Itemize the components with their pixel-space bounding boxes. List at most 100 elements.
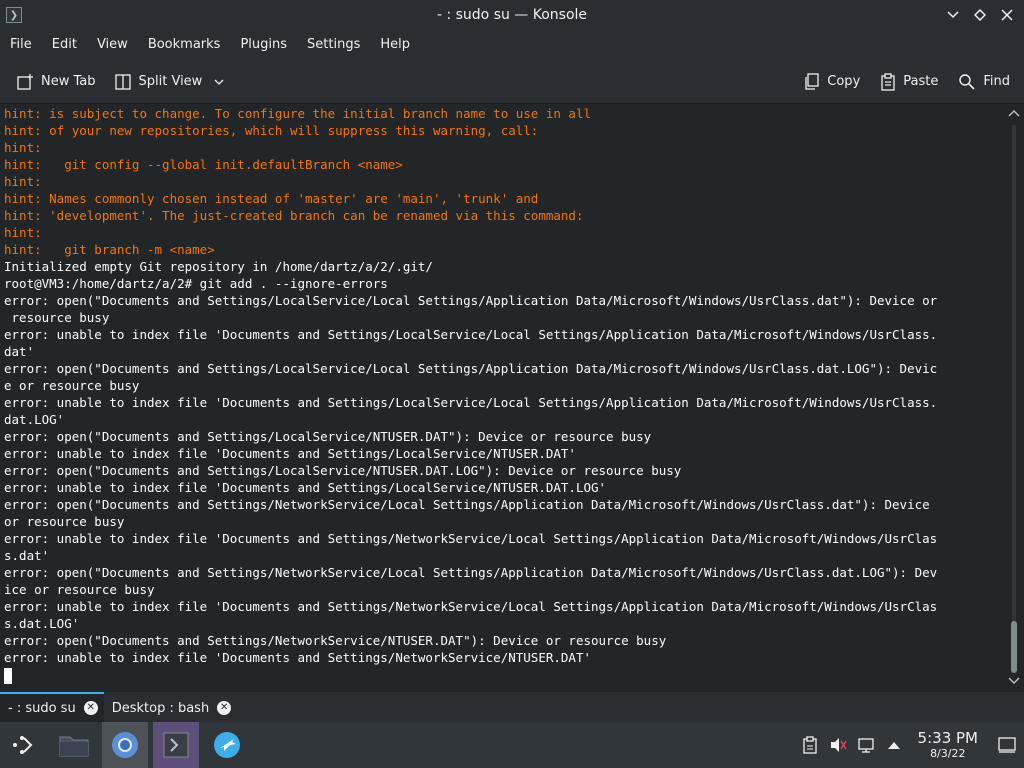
window-controls [939,0,1024,30]
maximize-button[interactable] [967,2,993,28]
terminal-line: s.dat.LOG' [4,616,80,631]
title-bar[interactable]: ❯ - : sudo su — Konsole [0,0,1024,30]
paste-label: Paste [903,74,939,89]
menu-view[interactable]: View [87,30,138,60]
terminal-line: error: open("Documents and Settings/Netw… [4,497,930,512]
tab-desktop-bash[interactable]: Desktop : bash ✕ [104,694,238,722]
menu-bar: File Edit View Bookmarks Plugins Setting… [0,30,1024,60]
find-label: Find [983,74,1010,89]
terminal-line: ice or resource busy [4,582,155,597]
terminal-line: hint: git config --global init.defaultBr… [4,157,403,172]
tray-expand-arrow-icon[interactable] [880,722,908,768]
clock-date: 8/3/22 [930,747,966,760]
scrollbar-thumb[interactable] [1011,621,1017,673]
terminal-line: error: open("Documents and Settings/Loca… [4,429,652,444]
terminal-line: hint: 'development'. The just-created br… [4,208,584,223]
folder-icon [59,736,89,757]
application-launcher[interactable] [0,722,46,768]
terminal-line: Initialized empty Git repository in /hom… [4,259,433,274]
menu-file[interactable]: File [0,30,42,60]
terminal-line: error: open("Documents and Settings/Netw… [4,565,938,580]
split-view-icon [114,73,131,90]
tab-label: - : sudo su [8,700,76,716]
paste-button[interactable]: Paste [874,66,944,98]
terminal-line: error: open("Documents and Settings/Loca… [4,361,938,376]
menu-plugins[interactable]: Plugins [230,30,297,60]
close-icon [1001,9,1013,21]
split-view-button[interactable]: Split View [108,66,231,98]
terminal-line: error: unable to index file 'Documents a… [4,327,938,342]
chevron-down-icon [947,11,959,19]
new-tab-icon [17,73,33,90]
paste-icon [881,72,895,91]
terminal-line: root@VM3:/home/dartz/a/2# git add . --ig… [4,276,388,291]
terminal-lines: hint: is subject to change. To configure… [0,105,1004,666]
window-title: - : sudo su — Konsole [436,7,588,23]
taskbar-chromium[interactable] [102,722,148,768]
copy-button[interactable]: Copy [798,66,866,98]
scroll-up-arrow-icon[interactable] [1008,109,1020,119]
chevron-down-icon [214,79,224,85]
terminal-line: error: open("Documents and Settings/Loca… [4,293,938,308]
terminal-icon [163,732,189,758]
terminal-line: hint: Names commonly chosen instead of '… [4,191,539,206]
clock-time: 5:33 PM [917,729,978,747]
terminal-line: dat' [4,344,35,359]
scroll-down-arrow-icon[interactable] [1008,677,1020,687]
terminal-line: error: open("Documents and Settings/Netw… [4,633,667,648]
toolbar: New Tab Split View Copy Paste Find [0,60,1024,104]
close-tab-icon[interactable]: ✕ [83,701,98,715]
terminal-scrollbar[interactable] [1004,105,1024,692]
taskbar-file-manager[interactable] [51,722,97,768]
menu-bookmarks[interactable]: Bookmarks [138,30,231,60]
find-button[interactable]: Find [952,66,1016,98]
menu-settings[interactable]: Settings [297,30,370,60]
copy-icon [805,72,819,90]
close-button[interactable] [994,2,1020,28]
terminal-line: hint: git branch -m <name> [4,242,215,257]
terminal-line: error: unable to index file 'Documents a… [4,531,938,546]
split-view-label: Split View [138,74,203,89]
search-icon [959,73,975,90]
terminal-line: error: unable to index file 'Documents a… [4,395,938,410]
tab-label: Desktop : bash [111,700,210,716]
digital-clock[interactable]: 5:33 PM 8/3/22 [917,729,978,761]
close-tab-icon[interactable]: ✕ [217,701,232,715]
terminal-line: resource busy [4,310,110,325]
terminal-line: e or resource busy [4,378,140,393]
new-tab-label: New Tab [41,74,96,89]
konsole-app-icon[interactable]: ❯ [6,7,22,23]
terminal-line: hint: [4,174,42,189]
clipboard-icon[interactable] [796,722,824,768]
terminal-output[interactable]: hint: is subject to change. To configure… [0,105,1004,692]
terminal-line: hint: is subject to change. To configure… [4,106,591,121]
terminal-line: error: unable to index file 'Documents a… [4,599,938,614]
terminal-line: dat.LOG' [4,412,65,427]
menu-edit[interactable]: Edit [42,30,87,60]
diamond-icon [974,9,986,21]
copy-label: Copy [827,74,861,89]
menu-help[interactable]: Help [370,30,420,60]
scrollbar-groove[interactable] [1012,125,1016,673]
terminal-line: hint: of your new repositories, which wi… [4,123,539,138]
terminal-line: s.dat' [4,548,50,563]
taskbar-app-flight[interactable] [204,722,250,768]
network-icon[interactable] [852,722,880,768]
terminal-line: error: unable to index file 'Documents a… [4,650,591,665]
show-desktop-icon [998,737,1016,753]
taskbar: 5:33 PM 8/3/22 [0,722,1024,768]
taskbar-konsole[interactable] [153,722,199,768]
volume-muted-icon[interactable] [824,722,852,768]
tab-sudo-su[interactable]: - : sudo su ✕ [0,692,104,722]
new-tab-button[interactable]: New Tab [10,66,102,98]
terminal-line: error: unable to index file 'Documents a… [4,446,576,461]
chromium-icon [112,732,138,758]
minimize-button[interactable] [940,2,966,28]
airplane-icon [214,732,240,758]
terminal-line: or resource busy [4,514,125,529]
terminal-line: hint: [4,140,42,155]
show-desktop-button[interactable] [990,722,1024,768]
system-tray: 5:33 PM 8/3/22 [796,722,1024,768]
tab-bar: - : sudo su ✕ Desktop : bash ✕ [0,692,1024,722]
launcher-icon [13,736,33,754]
